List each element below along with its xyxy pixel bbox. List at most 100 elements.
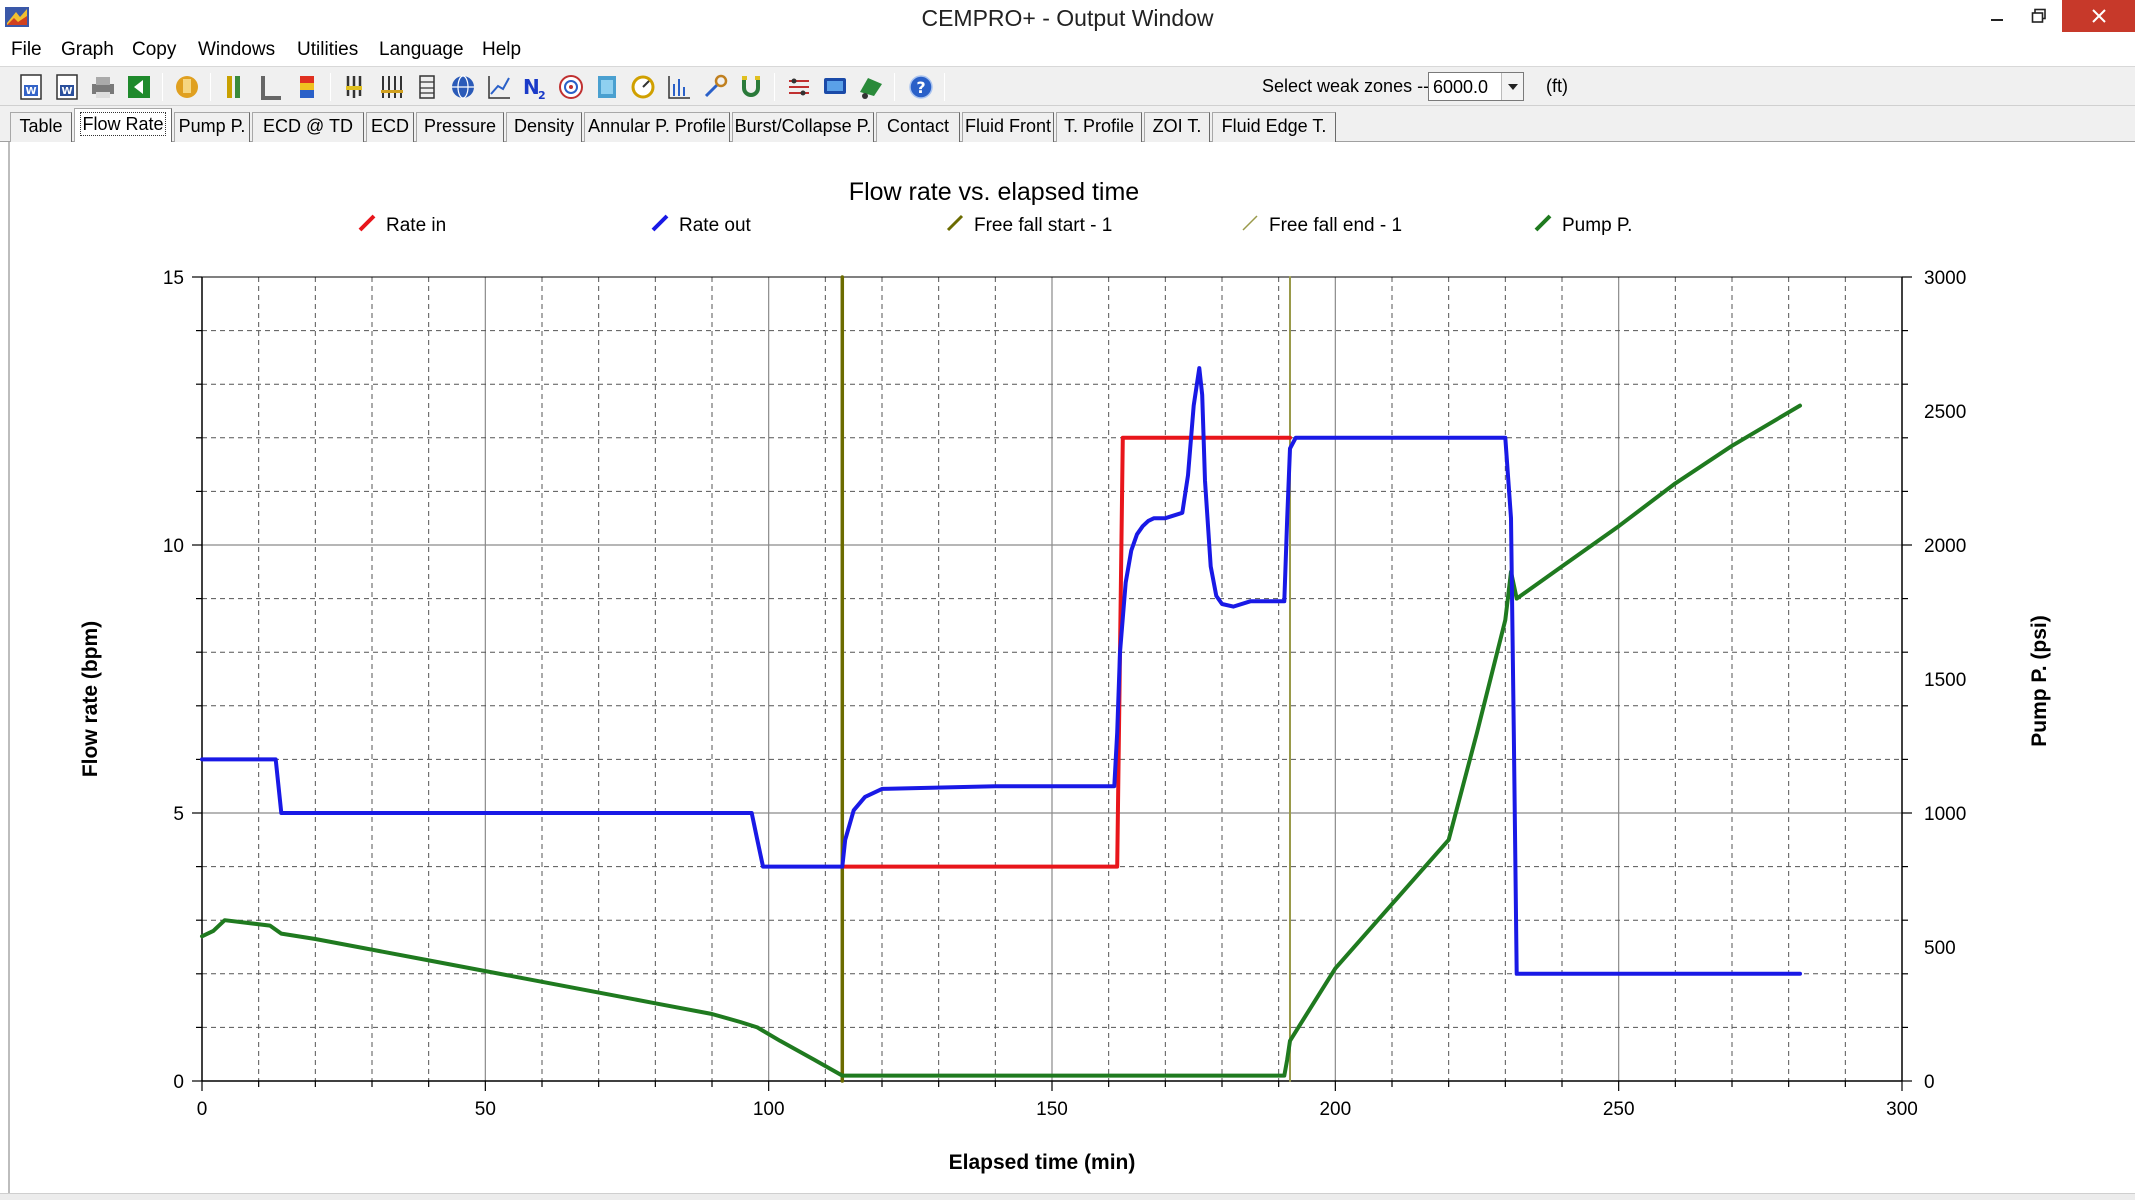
y-axis-title-right: Pump P. (psi) xyxy=(2028,615,2051,746)
toolbar: W W N2 ? Select weak zones --> 6000.0 (f… xyxy=(0,66,2135,106)
toolbar-separator xyxy=(894,73,895,101)
series-rate-out xyxy=(200,366,1802,976)
menu-utilities[interactable]: Utilities xyxy=(297,37,358,63)
y-tick-label-right: 3000 xyxy=(1924,268,1966,289)
weak-zone-value: 6000.0 xyxy=(1433,77,1489,97)
legend-label: Rate out xyxy=(679,215,752,236)
menu-bar: File Graph Copy Windows Utilities Langua… xyxy=(0,34,2135,66)
map-icon[interactable] xyxy=(592,72,622,102)
target-icon[interactable] xyxy=(556,72,586,102)
x-tick-label: 250 xyxy=(1603,1099,1635,1120)
hand-icon[interactable] xyxy=(172,72,202,102)
legend-swatch xyxy=(1534,214,1552,232)
close-icon xyxy=(2091,9,2106,23)
toolbar-separator xyxy=(210,73,211,101)
l-chart-icon[interactable] xyxy=(256,72,286,102)
toolbar-separator xyxy=(944,73,945,101)
legend-label: Rate in xyxy=(386,215,446,236)
screen-icon[interactable] xyxy=(820,72,850,102)
x-tick-label: 0 xyxy=(197,1099,208,1120)
well-icon[interactable] xyxy=(340,72,370,102)
tab-zoi-t[interactable]: ZOI T. xyxy=(1144,112,1210,142)
weak-zone-label: Select weak zones --> xyxy=(1262,76,1440,96)
chevron-down-icon[interactable] xyxy=(1501,73,1523,100)
x-tick-label: 300 xyxy=(1886,1099,1918,1120)
svg-text:2: 2 xyxy=(538,89,546,102)
tab-fluid-front[interactable]: Fluid Front xyxy=(962,112,1054,142)
status-bar xyxy=(0,1193,2135,1200)
color-bar-icon[interactable] xyxy=(292,72,322,102)
col-chart-icon[interactable] xyxy=(220,72,250,102)
magnet-icon[interactable] xyxy=(736,72,766,102)
menu-graph[interactable]: Graph xyxy=(61,37,114,63)
menu-help[interactable]: Help xyxy=(482,37,521,63)
y-tick-label-right: 500 xyxy=(1924,938,1956,959)
y-tick-label-right: 1500 xyxy=(1924,670,1966,691)
tab-table[interactable]: Table xyxy=(10,112,72,142)
y-tick-label-right: 1000 xyxy=(1924,804,1966,825)
axis-chart-icon[interactable] xyxy=(664,72,694,102)
y-tick-label-right: 0 xyxy=(1924,1072,1935,1093)
restore-icon xyxy=(2031,8,2046,23)
tab-pressure[interactable]: Pressure xyxy=(416,112,504,142)
line-chart-icon[interactable] xyxy=(484,72,514,102)
tab-annular-p-profile[interactable]: Annular P. Profile xyxy=(584,112,730,142)
menu-file[interactable]: File xyxy=(11,37,42,63)
legend-swatch xyxy=(1242,215,1258,231)
flow-rate-chart: 0 50 100 150 200 250 3000510150500100015002000… xyxy=(79,178,2051,1174)
chart-title: Flow rate vs. elapsed time xyxy=(849,178,1139,206)
close-button[interactable] xyxy=(2062,0,2135,32)
toolbar-separator xyxy=(774,73,775,101)
toolbar-separator xyxy=(330,73,331,101)
y-axis-title-left: Flow rate (bpm) xyxy=(79,621,102,777)
svg-text:W: W xyxy=(61,86,72,97)
tab-ecd-td[interactable]: ECD @ TD xyxy=(252,112,364,142)
chart-panel: 0 50 100 150 200 250 300 0 5 10 15 0 500 1000 1500 2000… xyxy=(8,142,2135,1200)
help-icon[interactable]: ? xyxy=(906,72,936,102)
well-dual-icon[interactable] xyxy=(376,72,406,102)
tool-icon[interactable] xyxy=(700,72,730,102)
x-axis-title: Elapsed time (min) xyxy=(949,1151,1136,1174)
window-title: CEMPRO+ - Output Window xyxy=(921,5,1214,31)
save-w-icon[interactable]: W xyxy=(16,72,46,102)
units-icon[interactable] xyxy=(784,72,814,102)
x-tick-label: 50 xyxy=(475,1099,496,1120)
tab-flow-rate[interactable]: Flow Rate xyxy=(74,108,172,143)
tab-fluid-edge-t[interactable]: Fluid Edge T. xyxy=(1212,112,1336,142)
y-tick-label-left: 10 xyxy=(163,536,184,557)
tab-burst-collapse[interactable]: Burst/Collapse P. xyxy=(732,112,874,142)
legend-swatch xyxy=(358,214,376,232)
y-tick-label-left: 0 xyxy=(173,1072,184,1093)
back-icon[interactable] xyxy=(124,72,154,102)
y-tick-label-left: 5 xyxy=(173,804,184,825)
tab-t-profile[interactable]: T. Profile xyxy=(1056,112,1142,142)
menu-language[interactable]: Language xyxy=(379,37,464,63)
x-tick-label: 100 xyxy=(753,1099,785,1120)
legend-label: Free fall end - 1 xyxy=(1269,215,1402,236)
menu-windows[interactable]: Windows xyxy=(198,37,275,63)
legend-swatch xyxy=(946,214,964,232)
n2-icon[interactable]: N2 xyxy=(520,72,550,102)
tab-density[interactable]: Density xyxy=(506,112,582,142)
menu-copy[interactable]: Copy xyxy=(132,37,176,63)
weak-zone-select[interactable]: 6000.0 xyxy=(1428,72,1524,101)
gauge-icon[interactable] xyxy=(628,72,658,102)
legend-label: Pump P. xyxy=(1562,215,1632,236)
title-bar: CEMPRO+ - Output Window xyxy=(0,0,2135,34)
toolbar-separator xyxy=(162,73,163,101)
globe-icon[interactable] xyxy=(448,72,478,102)
print-icon[interactable] xyxy=(88,72,118,102)
stack-icon[interactable] xyxy=(412,72,442,102)
truck-icon[interactable] xyxy=(856,72,886,102)
tab-bar: Table Flow Rate Pump P. ECD @ TD ECD Pre… xyxy=(0,106,2135,143)
save-w-alt-icon[interactable]: W xyxy=(52,72,82,102)
svg-text:?: ? xyxy=(916,78,925,97)
tab-contact[interactable]: Contact xyxy=(876,112,960,142)
tab-ecd[interactable]: ECD xyxy=(366,112,414,142)
tab-pump-p[interactable]: Pump P. xyxy=(174,112,250,142)
legend-swatch xyxy=(651,214,669,232)
weak-zone-unit: (ft) xyxy=(1546,76,1568,96)
y-tick-label-right: 2500 xyxy=(1924,402,1966,423)
y-tick-label-left: 15 xyxy=(163,268,184,289)
svg-text:W: W xyxy=(25,86,36,97)
